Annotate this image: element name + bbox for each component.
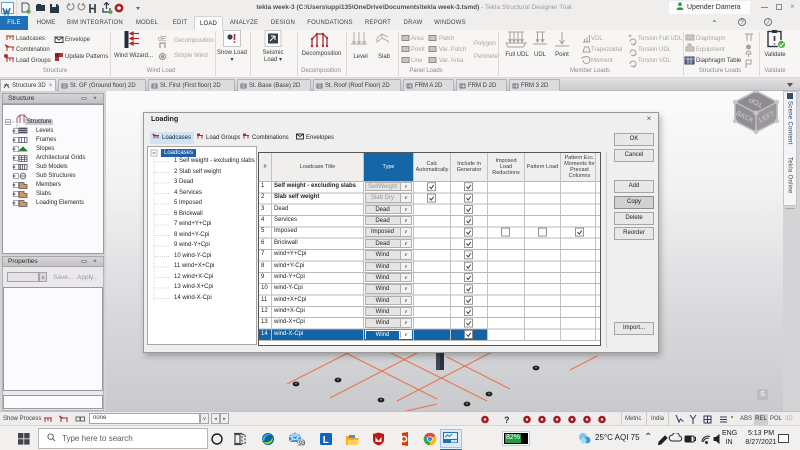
svg-text:93: 93	[299, 441, 306, 446]
svg-text:?: ?	[504, 415, 510, 424]
svg-text:dE: dE	[158, 36, 167, 43]
svg-text:L: L	[323, 435, 329, 446]
